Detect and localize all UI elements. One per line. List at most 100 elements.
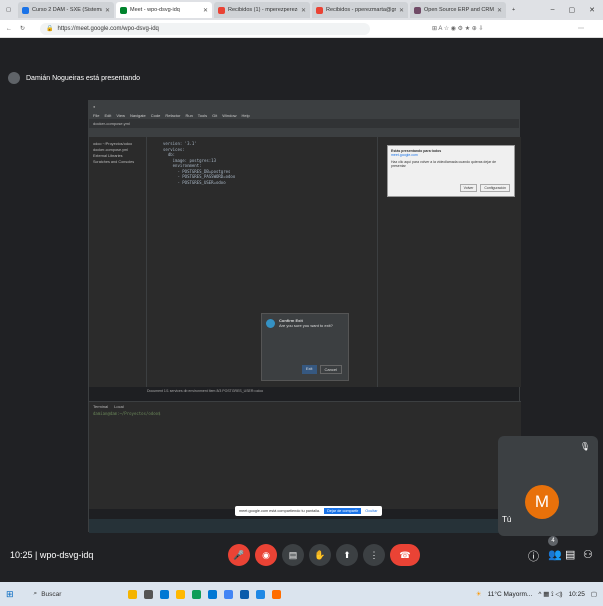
address-bar: ← ↻ 🔒 https://meet.google.com/wpo-dsvg-i… bbox=[0, 20, 603, 38]
ide-menu-item: Edit bbox=[104, 112, 112, 118]
taskbar-app-icon[interactable] bbox=[255, 589, 265, 599]
notification-settings-button[interactable]: Configuración bbox=[480, 184, 510, 192]
terminal-tab[interactable]: Terminal bbox=[93, 404, 108, 409]
ide-menu-bar: File Edit View Navigate Code Refactor Run Tools… bbox=[89, 111, 519, 119]
camera-toggle-button[interactable]: ◉ bbox=[255, 544, 277, 566]
browser-tab[interactable]: Meet - wpo-dsvg-idq ✕ bbox=[116, 2, 212, 18]
present-button[interactable]: ⬆ bbox=[336, 544, 358, 566]
more-options-button[interactable]: ⋮ bbox=[363, 544, 385, 566]
shared-screen: ● File Edit View Navigate Code Refactor Run Too… bbox=[88, 100, 521, 533]
tab-favicon-icon bbox=[414, 6, 421, 14]
self-view-tile: 🎙 M Tú bbox=[498, 436, 598, 536]
search-icon: ⌕ bbox=[33, 590, 38, 597]
meeting-info: 10:25 | wpo-dsvg-idq bbox=[10, 550, 94, 560]
taskbar-app-icon[interactable] bbox=[191, 589, 201, 599]
url-field[interactable]: 🔒 https://meet.google.com/wpo-dsvg-idq bbox=[40, 22, 370, 35]
window-menu-icon[interactable]: ▢ bbox=[2, 2, 16, 18]
stop-share-button[interactable]: Dejar de compartir bbox=[324, 508, 362, 514]
tab-favicon-icon bbox=[316, 6, 323, 14]
dialog-exit-button[interactable]: Exit bbox=[301, 365, 317, 374]
lock-icon: 🔒 bbox=[46, 26, 54, 32]
reload-icon[interactable]: ↻ bbox=[20, 25, 25, 32]
browser-menu-icon[interactable]: ⋯ bbox=[578, 25, 584, 32]
shared-taskbar bbox=[89, 519, 521, 533]
captions-button[interactable]: ▤ bbox=[282, 544, 304, 566]
browser-tab[interactable]: Curso 2 DAM - SXE (Sistemas de✕ bbox=[18, 2, 114, 18]
url-text: https://meet.google.com/wpo-dsvg-idq bbox=[57, 25, 159, 32]
info-icon bbox=[266, 318, 275, 328]
ide-menu-item: Refactor bbox=[165, 112, 181, 118]
info-icon[interactable]: ⓘ bbox=[528, 548, 539, 564]
notification-back-button[interactable]: Volver bbox=[459, 184, 478, 192]
dialog-cancel-button[interactable]: Cancel bbox=[319, 365, 342, 374]
tray-icons[interactable]: ^ ▦ ⟟ ◁) bbox=[538, 590, 562, 599]
presenter-banner: Damián Nogueiras está presentando bbox=[8, 72, 140, 84]
hide-share-button[interactable]: Ocultar bbox=[365, 509, 377, 513]
browser-tab[interactable]: Open Source ERP and CRM | Od✕ bbox=[410, 2, 506, 18]
ide-titlebar: ● bbox=[89, 101, 519, 111]
browser-tab[interactable]: Recibidos (1) - mperezperez@ ✕ bbox=[214, 2, 310, 18]
taskbar-search[interactable]: ⌕ Buscar bbox=[34, 585, 104, 603]
tab-label: Open Source ERP and CRM | Od bbox=[424, 7, 494, 13]
ide-menu-item: File bbox=[93, 112, 100, 118]
close-icon[interactable]: ✕ bbox=[589, 6, 595, 14]
tab-close-icon[interactable]: ✕ bbox=[497, 7, 502, 14]
clock[interactable]: 10:25 bbox=[569, 591, 585, 598]
chat-icon[interactable]: ▤ bbox=[565, 548, 575, 561]
notifications-icon[interactable]: ▢ bbox=[591, 590, 597, 598]
dialog-body: Are you sure you want to exit? bbox=[279, 323, 333, 328]
windows-start-icon[interactable]: ⊞ bbox=[6, 589, 14, 600]
taskview-icon[interactable] bbox=[143, 589, 153, 599]
tab-list: Curso 2 DAM - SXE (Sistemas de✕Meet - wp… bbox=[16, 2, 506, 18]
taskbar-app-icon[interactable] bbox=[271, 589, 281, 599]
editor-breadcrumb: Document 1/1 services db environment Ite… bbox=[147, 389, 264, 393]
new-tab-button[interactable]: + bbox=[508, 2, 519, 18]
ide-menu-item: Run bbox=[185, 112, 193, 118]
raise-hand-button[interactable]: ✋ bbox=[309, 544, 331, 566]
tab-close-icon[interactable]: ✕ bbox=[301, 7, 306, 14]
share-notification: Estás presentando para todos meet.google… bbox=[387, 145, 515, 197]
maximize-icon[interactable]: ▢ bbox=[569, 6, 576, 14]
search-label: Buscar bbox=[41, 590, 62, 598]
ide-menu-item: View bbox=[116, 112, 125, 118]
chrome-icon[interactable] bbox=[223, 589, 233, 599]
tab-label: Meet - wpo-dsvg-idq bbox=[130, 7, 180, 13]
ide-file-tab: docker-compose.yml bbox=[93, 121, 130, 126]
mic-toggle-button[interactable]: 🎤 bbox=[228, 544, 250, 566]
ide-toolbar bbox=[89, 128, 519, 137]
back-icon[interactable]: ← bbox=[6, 26, 12, 32]
taskbar-app-icon[interactable] bbox=[239, 589, 249, 599]
project-tree-item: Scratches and Consoles bbox=[93, 160, 135, 164]
browser-tab-bar: ▢ Curso 2 DAM - SXE (Sistemas de✕Meet - … bbox=[0, 0, 603, 20]
tab-label: Recibidos - pperezmarta@gmail. bbox=[326, 7, 396, 13]
presenter-label: Damián Nogueiras está presentando bbox=[26, 74, 141, 82]
taskbar-app-icon[interactable] bbox=[159, 589, 169, 599]
terminal-local-tab[interactable]: Local bbox=[114, 404, 124, 409]
ide-menu-item: Help bbox=[241, 112, 250, 118]
activities-icon[interactable]: ⚇ bbox=[583, 548, 593, 561]
ide-menu-item: Code bbox=[150, 112, 161, 118]
tab-favicon-icon bbox=[22, 6, 29, 14]
tab-close-icon[interactable]: ✕ bbox=[105, 7, 110, 14]
extension-icons[interactable]: ⊞ A ☆ ◉ ⚙ ★ ⊕ ⇩ bbox=[432, 25, 483, 32]
file-explorer-icon[interactable] bbox=[175, 589, 185, 599]
taskbar-app-icon[interactable] bbox=[207, 589, 217, 599]
ide-menu-item: Git bbox=[212, 112, 218, 118]
share-notice-text: meet.google.com está compartiendo tu pan… bbox=[239, 509, 321, 513]
weather-icon: ☀ bbox=[475, 591, 482, 598]
browser-tab[interactable]: Recibidos - pperezmarta@gmail.✕ bbox=[312, 2, 408, 18]
notification-site: meet.google.com bbox=[391, 153, 418, 157]
ide-menu-item: Tools bbox=[197, 112, 208, 118]
tab-label: Curso 2 DAM - SXE (Sistemas de bbox=[32, 7, 102, 13]
meet-stage: Damián Nogueiras está presentando ● File… bbox=[0, 38, 603, 568]
leave-call-button[interactable]: ☎ bbox=[390, 544, 420, 566]
tab-close-icon[interactable]: ✕ bbox=[203, 7, 208, 14]
tab-close-icon[interactable]: ✕ bbox=[399, 7, 404, 14]
weather-label[interactable]: 11°C Mayorm... bbox=[488, 591, 533, 598]
confirm-exit-dialog: Confirm Exit Are you sure you want to ex… bbox=[261, 313, 349, 381]
taskbar-app-icon[interactable] bbox=[127, 589, 137, 599]
minimize-icon[interactable]: – bbox=[551, 6, 555, 14]
share-notice-bar: meet.google.com está compartiendo tu pan… bbox=[235, 506, 382, 516]
tab-favicon-icon bbox=[218, 6, 225, 14]
people-icon[interactable]: 👥 bbox=[548, 548, 562, 561]
